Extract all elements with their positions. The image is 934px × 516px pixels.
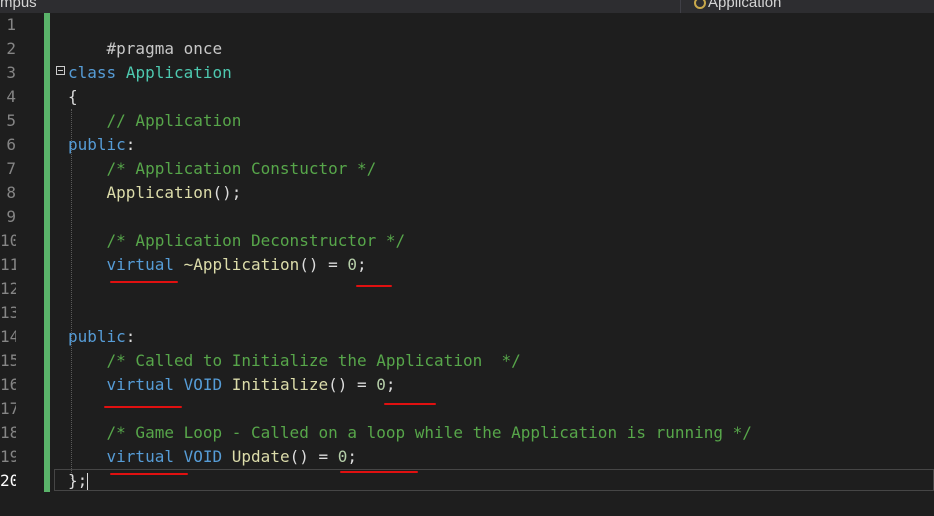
annotation-underline <box>356 285 392 287</box>
navigation-dropdown[interactable]: Application <box>694 0 781 11</box>
constructor-name: Application <box>106 183 213 202</box>
line-number: 14 <box>0 327 16 346</box>
punctuation: () = <box>328 375 377 394</box>
collapse-toggle-icon[interactable] <box>56 66 65 75</box>
line-number: 12 <box>0 279 16 298</box>
code-line-10: /* Application Deconstructor */ <box>68 229 406 253</box>
annotation-underline <box>104 406 182 408</box>
code-line-3: class Application <box>68 61 232 85</box>
keyword-virtual: virtual <box>106 447 174 466</box>
annotation-underline <box>110 281 178 283</box>
line-number: 10 <box>0 231 16 250</box>
line-number: 6 <box>6 135 16 154</box>
line-number: 3 <box>6 63 16 82</box>
line-number: 5 <box>6 111 16 130</box>
navigation-dropdown-label: Application <box>708 0 782 11</box>
keyword-virtual: virtual <box>106 255 174 274</box>
class-icon <box>694 0 706 9</box>
class-name: Application <box>125 63 232 82</box>
code-line-19: virtual VOID Update() = 0; <box>68 445 358 469</box>
function-name: Initialize <box>231 375 329 394</box>
colon: : <box>125 327 136 346</box>
line-number: 17 <box>0 399 16 418</box>
comment: /* Application Deconstructor */ <box>106 231 406 250</box>
code-line-20: }; <box>68 469 87 493</box>
annotation-underline <box>340 471 418 473</box>
close-brace: }; <box>68 471 88 490</box>
code-line-5: // Application <box>68 109 242 133</box>
line-number-current: 20 <box>0 471 16 490</box>
line-number: 16 <box>0 375 16 394</box>
annotation-underline <box>110 473 188 475</box>
line-number: 19 <box>0 447 16 466</box>
line-number: 18 <box>0 423 16 442</box>
type-name: VOID <box>183 447 223 466</box>
line-number: 9 <box>6 207 16 226</box>
access-specifier: public <box>68 135 126 154</box>
annotation-underline <box>384 403 436 405</box>
code-line-8: Application(); <box>68 181 242 205</box>
line-number: 11 <box>0 255 16 274</box>
line-number: 4 <box>6 87 16 106</box>
comment: /* Called to Initialize the Application … <box>106 351 521 370</box>
text-cursor <box>87 473 88 490</box>
preprocessor-directive: #pragma once <box>106 39 223 58</box>
pure-specifier: 0 <box>337 447 348 466</box>
pure-specifier: 0 <box>376 375 386 394</box>
line-number: 7 <box>6 159 16 178</box>
access-specifier: public <box>68 327 126 346</box>
comment: /* Application Constuctor */ <box>106 159 377 178</box>
code-line-14: public: <box>68 325 135 349</box>
code-line-7: /* Application Constuctor */ <box>68 157 377 181</box>
comment: // Application <box>106 111 242 130</box>
tab-mpus[interactable]: mpus <box>0 0 37 11</box>
tab-bar: mpus Application <box>0 0 934 13</box>
semicolon: ; <box>357 255 367 274</box>
line-number: 8 <box>6 183 16 202</box>
destructor-name: ~Application <box>183 255 300 274</box>
punctuation: () = <box>299 255 348 274</box>
code-line-4: { <box>68 85 78 109</box>
punctuation: () = <box>289 447 338 466</box>
punctuation: (); <box>212 183 242 202</box>
code-line-6: public: <box>68 133 135 157</box>
open-brace: { <box>68 87 78 106</box>
keyword-class: class <box>68 63 117 82</box>
code-line-1: #pragma once <box>68 13 223 58</box>
semicolon: ; <box>347 447 358 466</box>
code-line-11: virtual ~Application() = 0; <box>68 253 367 277</box>
line-number-gutter: 1 2 3 4 5 6 7 8 9 10 11 12 13 14 15 16 1… <box>0 13 44 516</box>
type-name: VOID <box>183 375 223 394</box>
line-number: 1 <box>6 15 16 34</box>
colon: : <box>125 135 136 154</box>
keyword-virtual: virtual <box>106 375 174 394</box>
line-number: 2 <box>6 39 16 58</box>
code-line-18: /* Game Loop - Called on a loop while th… <box>68 421 752 445</box>
comment: /* Game Loop - Called on a loop while th… <box>106 423 752 442</box>
function-name: Update <box>231 447 290 466</box>
semicolon: ; <box>385 375 396 394</box>
code-line-15: /* Called to Initialize the Application … <box>68 349 521 373</box>
tab-divider <box>680 0 681 13</box>
change-tracking-bar <box>44 13 50 492</box>
code-line-16: virtual VOID Initialize() = 0; <box>68 373 396 397</box>
pure-specifier: 0 <box>347 255 358 274</box>
line-number: 13 <box>0 303 16 322</box>
line-number: 15 <box>0 351 16 370</box>
